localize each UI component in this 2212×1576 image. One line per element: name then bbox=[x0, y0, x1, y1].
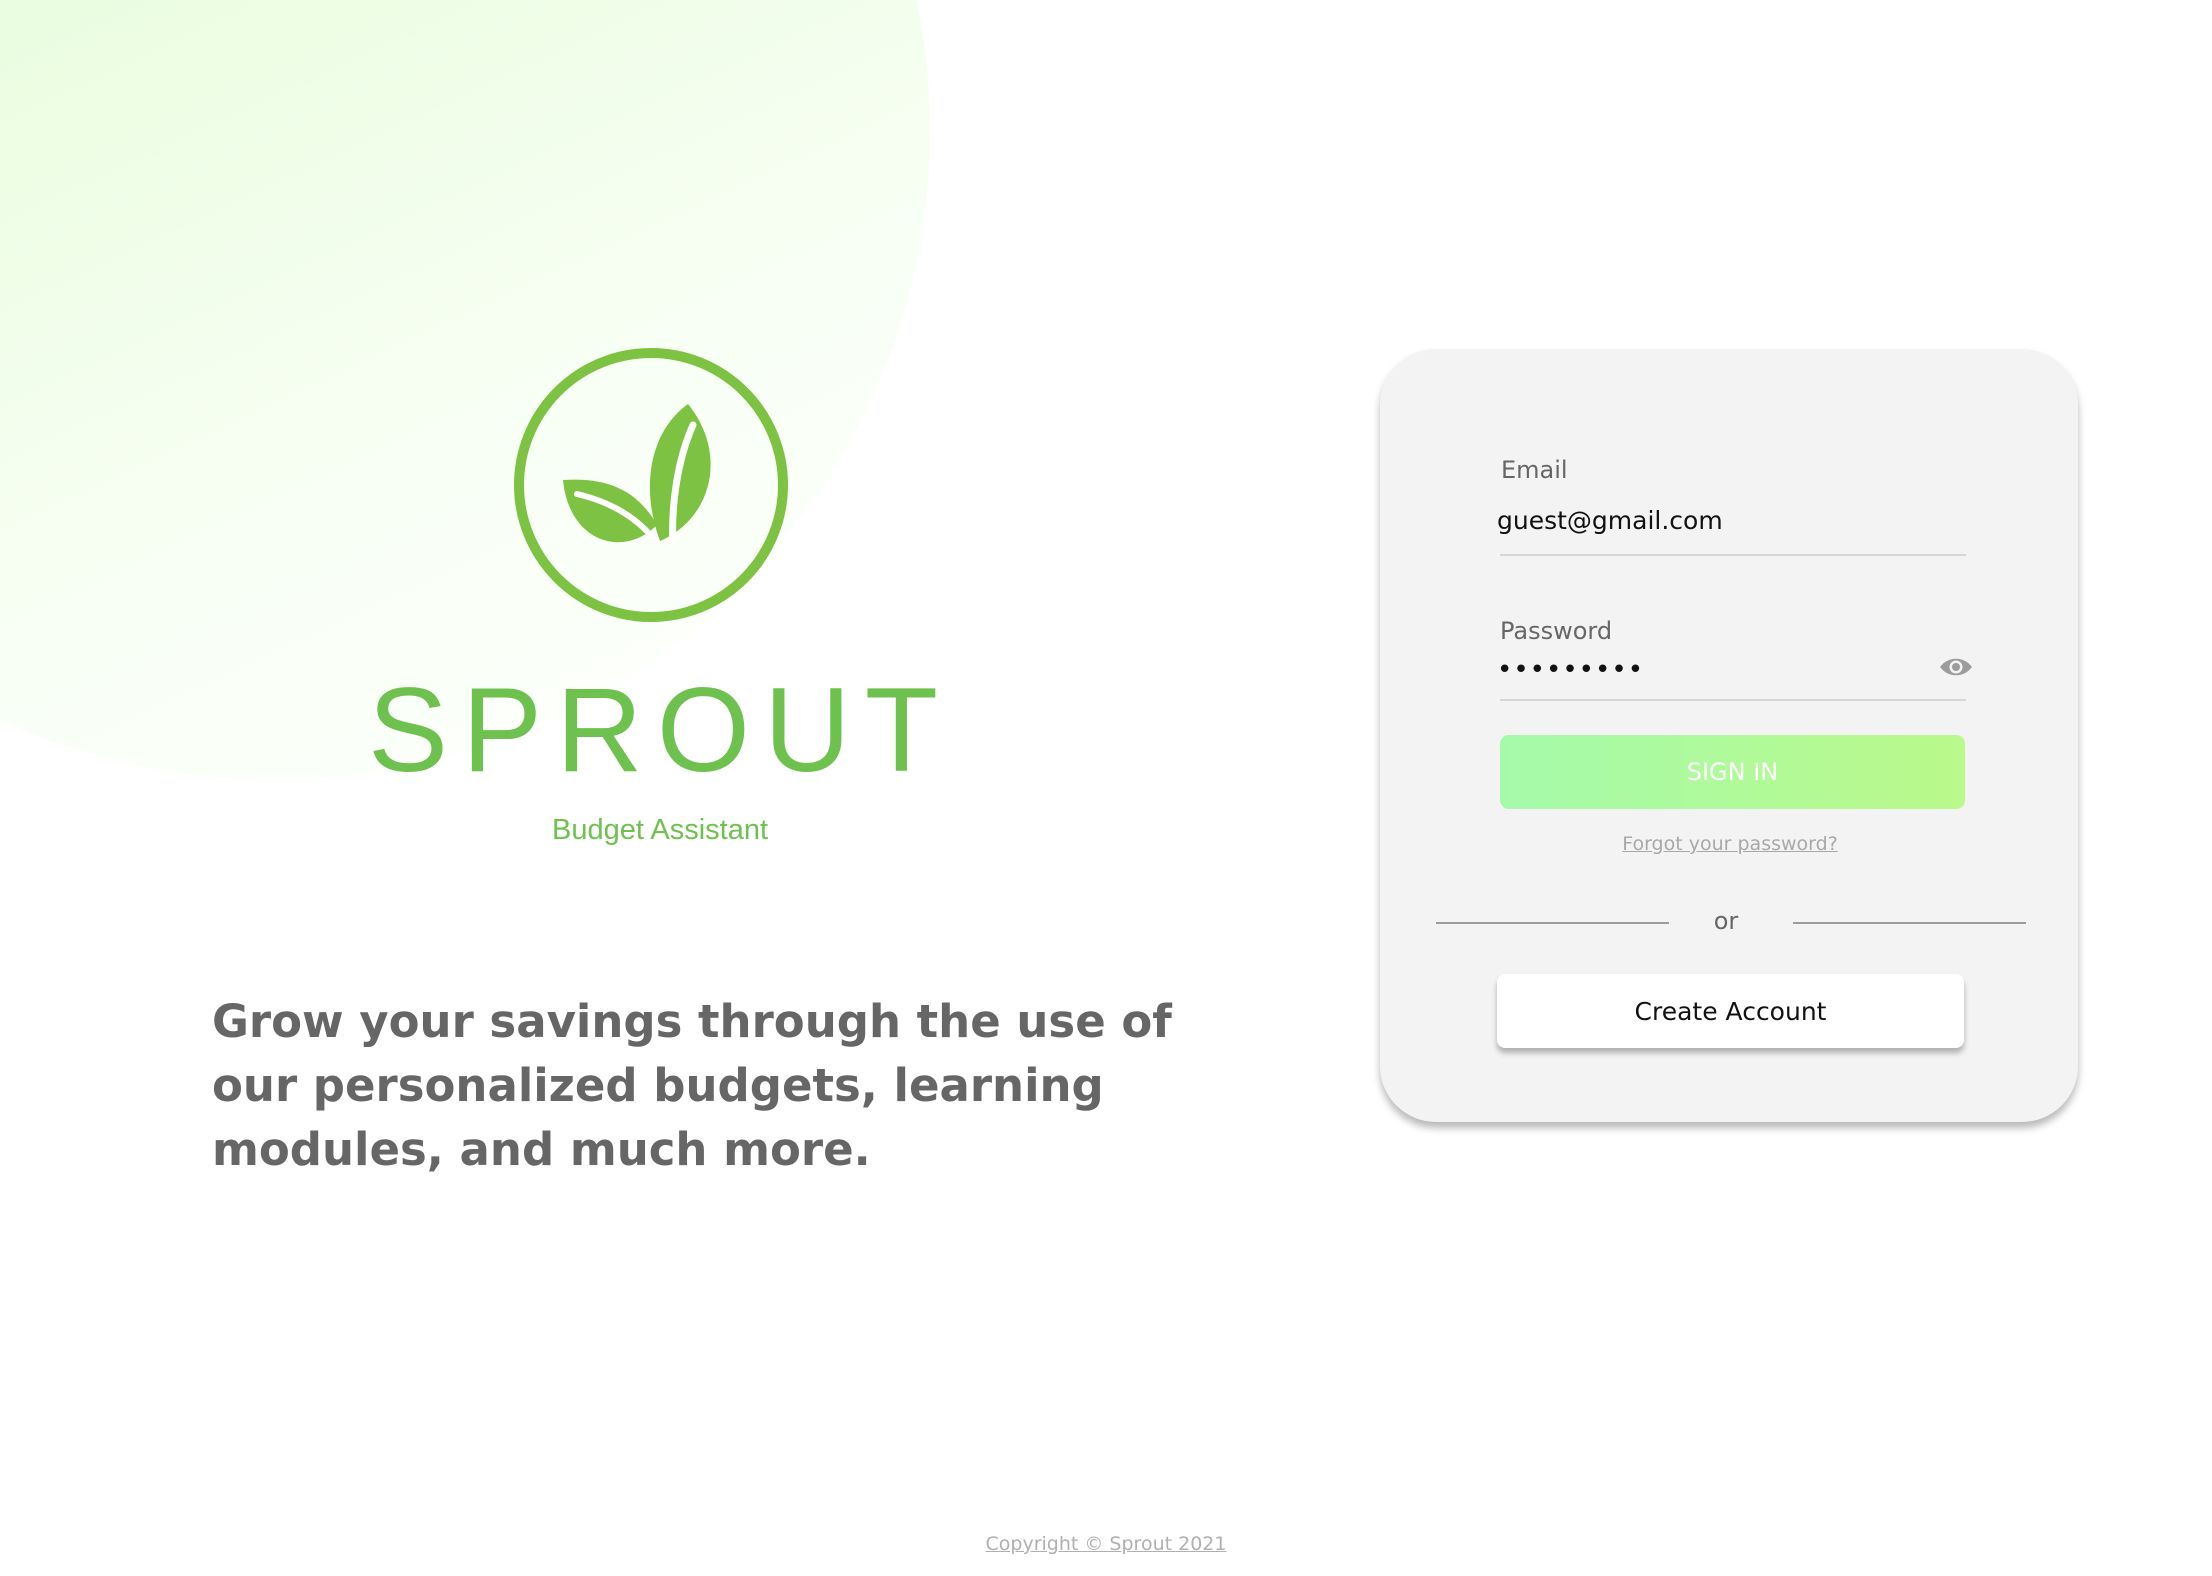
copyright-text: Copyright © Sprout 2021 bbox=[985, 1533, 1227, 1555]
hero-headline: Grow your savings through the use of our… bbox=[212, 995, 1172, 1176]
divider-line-right bbox=[1793, 922, 2026, 924]
brand-name: SPROUT bbox=[367, 663, 953, 797]
sign-in-button[interactable]: SIGN IN bbox=[1500, 735, 1965, 809]
email-label: Email bbox=[1501, 456, 1568, 484]
password-input[interactable]: ••••••••• bbox=[1497, 655, 1644, 685]
password-label: Password bbox=[1500, 617, 1613, 645]
login-card: Email Password ••••••••• SIGN IN Forgot … bbox=[1380, 349, 2078, 1122]
eye-icon[interactable] bbox=[1938, 655, 1974, 679]
create-account-button[interactable]: Create Account bbox=[1497, 974, 1964, 1048]
divider-or-text: or bbox=[1713, 907, 1739, 935]
login-page: SPROUT Budget Assistant Grow your saving… bbox=[0, 0, 2212, 1576]
brand-tagline: Budget Assistant bbox=[551, 814, 769, 846]
divider-line-left bbox=[1436, 922, 1669, 924]
email-input[interactable] bbox=[1497, 502, 1937, 538]
sprout-logo-icon bbox=[514, 348, 788, 622]
email-underline bbox=[1500, 554, 1966, 556]
forgot-password-link[interactable]: Forgot your password? bbox=[1580, 833, 1880, 855]
password-underline bbox=[1500, 699, 1966, 701]
